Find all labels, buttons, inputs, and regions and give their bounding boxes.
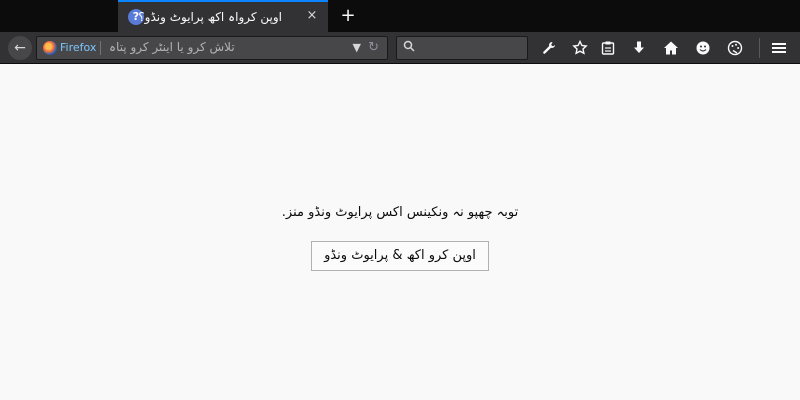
tab-title: اوپن کرواہ اکھ پرایوٹ ونڈو؟ [138,10,282,24]
download-icon[interactable] [627,36,651,60]
home-icon[interactable] [659,36,683,60]
tab-bar: ? اوپن کرواہ اکھ پرایوٹ ونڈو؟ × + [0,0,800,32]
back-button[interactable]: ← [8,36,32,60]
search-icon [403,40,415,52]
url-bar[interactable]: Firefox تلاش کرو یا اینٹر کرو پتاہ ▼ ↻ [36,36,388,60]
open-private-window-button[interactable]: اوپن کرو اکھ & پرایوٹ ونڈو [311,241,489,271]
star-icon[interactable] [568,36,592,60]
palette-icon[interactable] [723,36,747,60]
new-tab-button[interactable]: + [338,6,358,26]
wrench-icon[interactable] [537,36,561,60]
toolbar-separator [759,38,760,58]
url-divider [100,41,101,55]
reload-icon[interactable]: ↻ [368,40,379,55]
close-icon[interactable]: × [304,8,320,24]
blocked-message: توبہ چھپو نہ ونکینس اکس پرایوٹ ونڈو منز. [281,205,519,220]
identity-label[interactable]: Firefox [60,41,96,54]
search-input[interactable] [396,36,528,60]
firefox-logo-icon [43,41,57,55]
chevron-down-icon[interactable]: ▼ [353,41,361,54]
hamburger-menu-icon[interactable] [767,36,791,60]
smiley-icon[interactable] [691,36,715,60]
url-input[interactable]: تلاش کرو یا اینٹر کرو پتاہ [109,40,349,54]
tab-active[interactable]: ? اوپن کرواہ اکھ پرایوٹ ونڈو؟ × [118,0,328,32]
clipboard-icon[interactable] [596,36,620,60]
